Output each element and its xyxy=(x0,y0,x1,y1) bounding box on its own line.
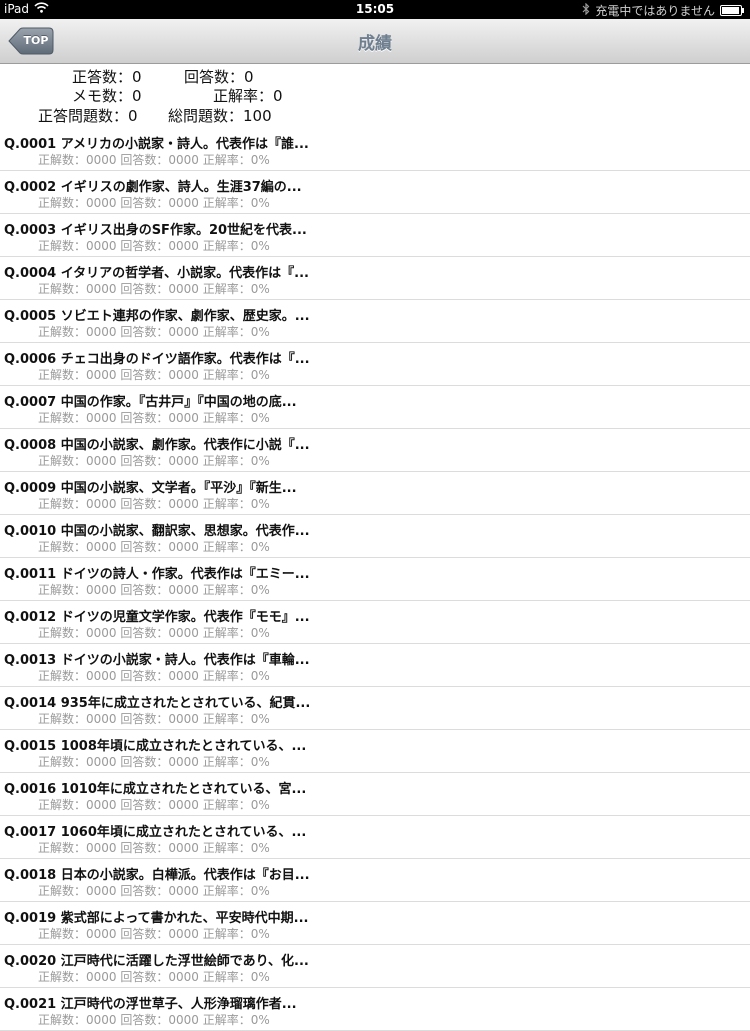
question-stats: 正解数：0000 回答数：0000 正解率：0% xyxy=(38,540,270,554)
list-item[interactable]: Q.0020 江戸時代に活躍した浮世絵師であり、化... 正解数：0000 回答… xyxy=(0,945,750,988)
question-title: Q.0011 ドイツの詩人・作家。代表作は『エミー... xyxy=(4,567,310,582)
correct-count: 正答数：0 xyxy=(72,68,142,86)
question-list: Q.0001 アメリカの小説家・詩人。代表作は『誰... 正解数：0000 回答… xyxy=(0,128,750,1031)
status-right: 充電中ではありません xyxy=(582,2,744,19)
question-stats: 正解数：0000 回答数：0000 正解率：0% xyxy=(38,454,270,468)
navigation-bar: TOP 成績 xyxy=(0,19,750,64)
question-title: Q.0002 イギリスの劇作家、詩人。生涯37編の... xyxy=(4,180,302,195)
list-item[interactable]: Q.0015 1008年頃に成立されたとされている、... 正解数：0000 回… xyxy=(0,730,750,773)
question-title: Q.0017 1060年頃に成立されたとされている、... xyxy=(4,825,307,840)
accuracy-rate: 正解率：0 xyxy=(213,87,283,105)
list-item[interactable]: Q.0009 中国の小説家、文学者。『平沙』『新生... 正解数：0000 回答… xyxy=(0,472,750,515)
list-item[interactable]: Q.0003 イギリス出身のSF作家。20世紀を代表... 正解数：0000 回… xyxy=(0,214,750,257)
list-item[interactable]: Q.0008 中国の小説家、劇作家。代表作に小説『... 正解数：0000 回答… xyxy=(0,429,750,472)
list-item[interactable]: Q.0001 アメリカの小説家・詩人。代表作は『誰... 正解数：0000 回答… xyxy=(0,128,750,171)
memo-count: メモ数：0 xyxy=(72,87,142,105)
question-title: Q.0018 日本の小説家。白樺派。代表作は『お目... xyxy=(4,868,310,883)
list-item[interactable]: Q.0013 ドイツの小説家・詩人。代表作は『車輪... 正解数：0000 回答… xyxy=(0,644,750,687)
list-item[interactable]: Q.0004 イタリアの哲学者、小説家。代表作は『... 正解数：0000 回答… xyxy=(0,257,750,300)
question-stats: 正解数：0000 回答数：0000 正解率：0% xyxy=(38,497,270,511)
page-title: 成績 xyxy=(358,34,392,54)
question-title: Q.0012 ドイツの児童文学作家。代表作『モモ』... xyxy=(4,610,310,625)
correct-question-count: 正答問題数：0 xyxy=(38,107,138,125)
answered-count: 回答数：0 xyxy=(184,68,254,86)
question-stats: 正解数：0000 回答数：0000 正解率：0% xyxy=(38,411,270,425)
question-stats: 正解数：0000 回答数：0000 正解率：0% xyxy=(38,583,270,597)
question-stats: 正解数：0000 回答数：0000 正解率：0% xyxy=(38,884,270,898)
list-item[interactable]: Q.0006 チェコ出身のドイツ語作家。代表作は『... 正解数：0000 回答… xyxy=(0,343,750,386)
question-stats: 正解数：0000 回答数：0000 正解率：0% xyxy=(38,626,270,640)
question-title: Q.0004 イタリアの哲学者、小説家。代表作は『... xyxy=(4,266,309,281)
question-stats: 正解数：0000 回答数：0000 正解率：0% xyxy=(38,325,270,339)
list-item[interactable]: Q.0018 日本の小説家。白樺派。代表作は『お目... 正解数：0000 回答… xyxy=(0,859,750,902)
list-item[interactable]: Q.0014 935年に成立されたとされている、紀貫... 正解数：0000 回… xyxy=(0,687,750,730)
battery-icon xyxy=(720,5,744,16)
question-stats: 正解数：0000 回答数：0000 正解率：0% xyxy=(38,755,270,769)
question-stats: 正解数：0000 回答数：0000 正解率：0% xyxy=(38,970,270,984)
score-summary: 正答数：0 回答数：0 メモ数：0 正解率：0 正答問題数：0 総問題数：100 xyxy=(0,64,750,128)
question-stats: 正解数：0000 回答数：0000 正解率：0% xyxy=(38,153,270,167)
question-stats: 正解数：0000 回答数：0000 正解率：0% xyxy=(38,239,270,253)
question-title: Q.0021 江戸時代の浮世草子、人形浄瑠璃作者... xyxy=(4,997,297,1012)
question-title: Q.0015 1008年頃に成立されたとされている、... xyxy=(4,739,307,754)
list-item[interactable]: Q.0011 ドイツの詩人・作家。代表作は『エミー... 正解数：0000 回答… xyxy=(0,558,750,601)
question-stats: 正解数：0000 回答数：0000 正解率：0% xyxy=(38,196,270,210)
question-title: Q.0009 中国の小説家、文学者。『平沙』『新生... xyxy=(4,481,297,496)
list-item[interactable]: Q.0021 江戸時代の浮世草子、人形浄瑠璃作者... 正解数：0000 回答数… xyxy=(0,988,750,1031)
question-stats: 正解数：0000 回答数：0000 正解率：0% xyxy=(38,669,270,683)
question-title: Q.0010 中国の小説家、翻訳家、思想家。代表作... xyxy=(4,524,310,539)
list-item[interactable]: Q.0016 1010年に成立されたとされている、宮... 正解数：0000 回… xyxy=(0,773,750,816)
question-stats: 正解数：0000 回答数：0000 正解率：0% xyxy=(38,927,270,941)
question-title: Q.0008 中国の小説家、劇作家。代表作に小説『... xyxy=(4,438,310,453)
list-item[interactable]: Q.0012 ドイツの児童文学作家。代表作『モモ』... 正解数：0000 回答… xyxy=(0,601,750,644)
charging-status: 充電中ではありません xyxy=(595,4,715,18)
question-stats: 正解数：0000 回答数：0000 正解率：0% xyxy=(38,282,270,296)
question-title: Q.0005 ソビエト連邦の作家、劇作家、歴史家。... xyxy=(4,309,310,324)
status-bar: iPad 15:05 充電中ではありません xyxy=(0,0,750,19)
question-title: Q.0006 チェコ出身のドイツ語作家。代表作は『... xyxy=(4,352,310,367)
list-item[interactable]: Q.0005 ソビエト連邦の作家、劇作家、歴史家。... 正解数：0000 回答… xyxy=(0,300,750,343)
question-title: Q.0016 1010年に成立されたとされている、宮... xyxy=(4,782,307,797)
list-item[interactable]: Q.0019 紫式部によって書かれた、平安時代中期... 正解数：0000 回答… xyxy=(0,902,750,945)
question-title: Q.0014 935年に成立されたとされている、紀貫... xyxy=(4,696,311,711)
battery-level xyxy=(722,7,739,14)
list-item[interactable]: Q.0017 1060年頃に成立されたとされている、... 正解数：0000 回… xyxy=(0,816,750,859)
question-title: Q.0019 紫式部によって書かれた、平安時代中期... xyxy=(4,911,309,926)
question-title: Q.0013 ドイツの小説家・詩人。代表作は『車輪... xyxy=(4,653,310,668)
question-title: Q.0007 中国の作家。『古井戸』『中国の地の底... xyxy=(4,395,297,410)
question-stats: 正解数：0000 回答数：0000 正解率：0% xyxy=(38,841,270,855)
question-stats: 正解数：0000 回答数：0000 正解率：0% xyxy=(38,1013,270,1027)
question-title: Q.0001 アメリカの小説家・詩人。代表作は『誰... xyxy=(4,137,309,152)
list-item[interactable]: Q.0010 中国の小説家、翻訳家、思想家。代表作... 正解数：0000 回答… xyxy=(0,515,750,558)
question-title: Q.0003 イギリス出身のSF作家。20世紀を代表... xyxy=(4,223,307,238)
bluetooth-icon xyxy=(582,2,590,18)
question-stats: 正解数：0000 回答数：0000 正解率：0% xyxy=(38,712,270,726)
question-stats: 正解数：0000 回答数：0000 正解率：0% xyxy=(38,798,270,812)
list-item[interactable]: Q.0002 イギリスの劇作家、詩人。生涯37編の... 正解数：0000 回答… xyxy=(0,171,750,214)
question-stats: 正解数：0000 回答数：0000 正解率：0% xyxy=(38,368,270,382)
list-item[interactable]: Q.0007 中国の作家。『古井戸』『中国の地の底... 正解数：0000 回答… xyxy=(0,386,750,429)
question-title: Q.0020 江戸時代に活躍した浮世絵師であり、化... xyxy=(4,954,309,969)
total-question-count: 総問題数：100 xyxy=(168,107,272,125)
